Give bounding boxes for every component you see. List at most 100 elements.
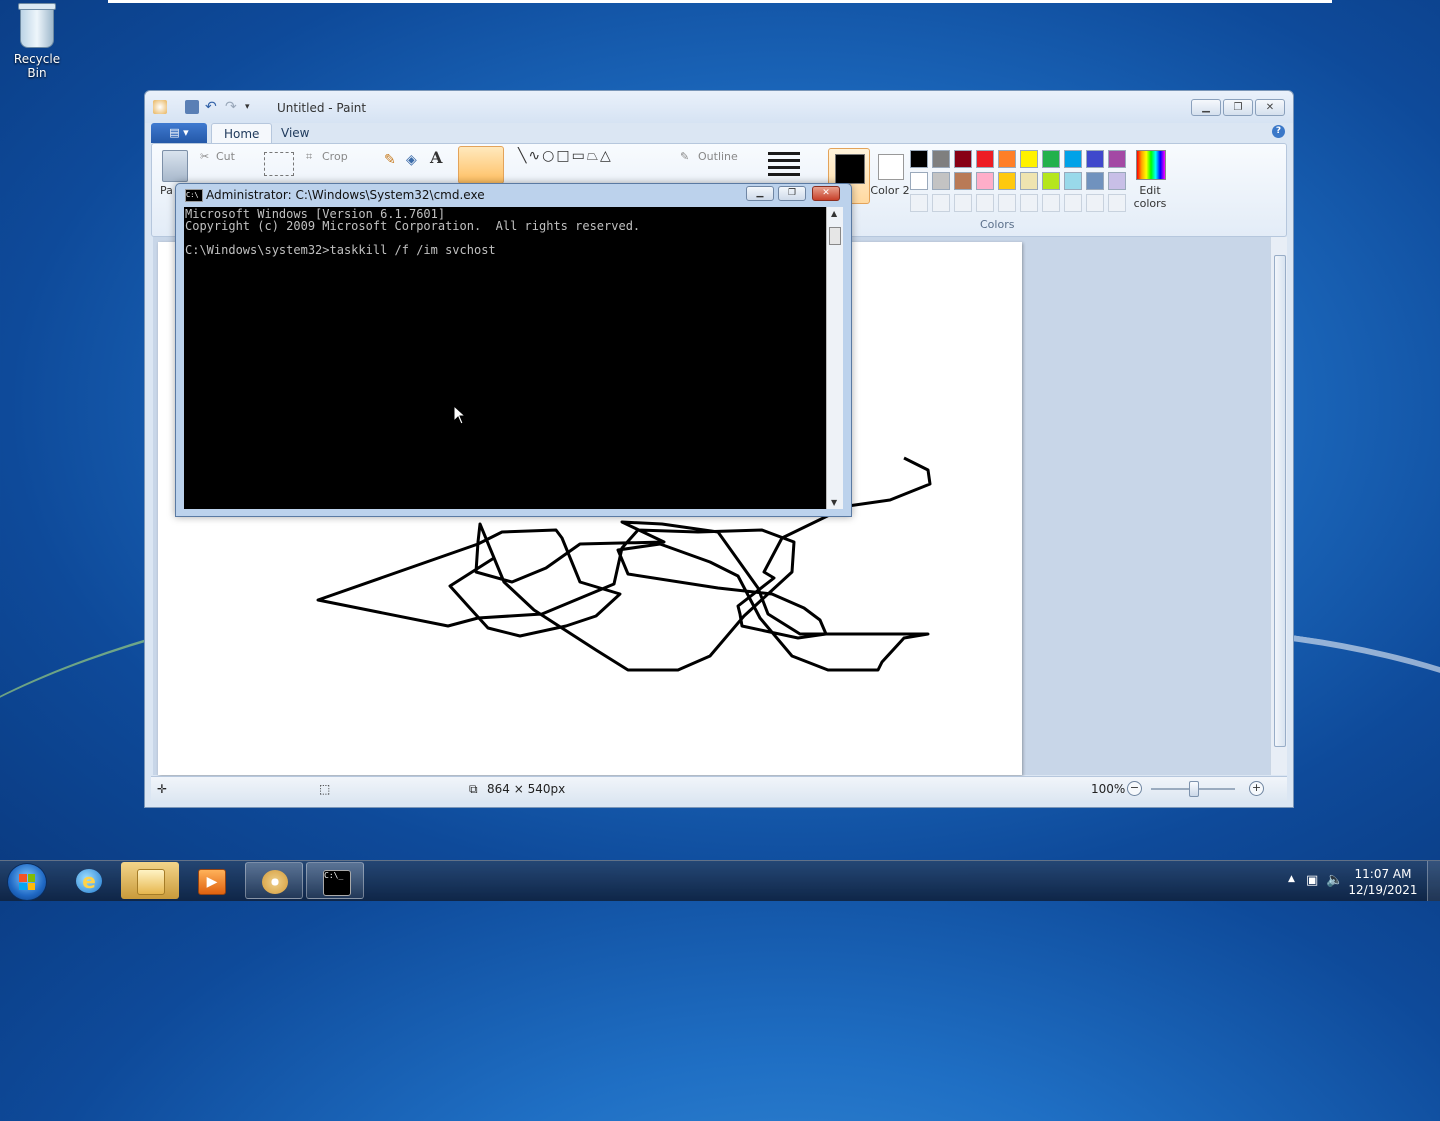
taskbar-media-player[interactable]: ▶ — [182, 862, 240, 899]
color2-label[interactable]: Color 2 — [870, 184, 910, 197]
select-icon[interactable] — [264, 152, 294, 176]
color2-swatch[interactable] — [878, 154, 904, 180]
recycle-bin-icon — [18, 3, 56, 48]
system-tray: ▲ ▣ 🔈 11:07 AM 12/19/2021 — [1280, 861, 1440, 901]
cmd-titlebar: C:\ Administrator: C:\Windows\System32\c… — [176, 184, 851, 206]
clock-date: 12/19/2021 — [1348, 883, 1418, 897]
start-button[interactable] — [7, 863, 47, 901]
color-swatch[interactable] — [1020, 172, 1038, 190]
canvas-vertical-scrollbar[interactable] — [1270, 237, 1287, 775]
paint-minimize-button[interactable]: ▁ — [1191, 99, 1221, 116]
console-output[interactable]: Microsoft Windows [Version 6.1.7601] Copy… — [184, 207, 826, 509]
tab-home[interactable]: Home — [211, 123, 273, 144]
taskbar-explorer[interactable] — [121, 862, 179, 899]
paint-close-button[interactable]: ✕ — [1255, 99, 1285, 116]
color-swatch[interactable] — [998, 172, 1016, 190]
size-icon[interactable] — [768, 152, 800, 176]
canvas-scroll-thumb[interactable] — [1274, 255, 1286, 747]
color-swatch[interactable] — [1064, 194, 1082, 212]
color-swatch[interactable] — [976, 150, 994, 168]
color-swatch[interactable] — [954, 194, 972, 212]
volume-icon[interactable]: 🔈 — [1326, 872, 1343, 888]
cmd-scrollbar[interactable]: ▲ ▼ — [826, 207, 843, 509]
zoom-out-button[interactable]: − — [1127, 781, 1142, 796]
redo-icon[interactable]: ↷ — [225, 100, 239, 114]
paste-button-label[interactable]: Pa — [160, 184, 173, 197]
color-swatch[interactable] — [1064, 150, 1082, 168]
cut-button[interactable]: Cut — [216, 150, 235, 163]
taskbar-paint[interactable] — [245, 862, 303, 899]
cmd-minimize-button[interactable]: ▁ — [746, 186, 774, 201]
cmd-scroll-thumb[interactable] — [829, 227, 841, 245]
show-hidden-icons-icon[interactable]: ▲ — [1288, 874, 1295, 884]
color-swatch[interactable] — [1020, 150, 1038, 168]
color-swatch[interactable] — [932, 172, 950, 190]
recycle-bin-shortcut[interactable]: Recycle Bin — [4, 3, 70, 80]
color-swatch[interactable] — [954, 172, 972, 190]
cmd-icon: C:\_ — [323, 870, 351, 896]
pencil-icon[interactable]: ✎ — [384, 152, 396, 168]
color-swatch[interactable] — [976, 172, 994, 190]
color-swatch[interactable] — [1042, 150, 1060, 168]
clock[interactable]: 11:07 AM 12/19/2021 — [1348, 866, 1418, 898]
color-swatch[interactable] — [1042, 172, 1060, 190]
color-swatch[interactable] — [976, 194, 994, 212]
cut-icon: ✂ — [200, 150, 210, 163]
color-swatch[interactable] — [932, 194, 950, 212]
customize-qat-icon[interactable]: ▾ — [245, 100, 259, 114]
network-icon[interactable]: ▣ — [1306, 873, 1318, 888]
color-swatch[interactable] — [1086, 172, 1104, 190]
outline-dropdown[interactable]: Outline — [698, 150, 738, 163]
color-swatch[interactable] — [1020, 194, 1038, 212]
color-swatch[interactable] — [1108, 172, 1126, 190]
paint-window-controls: ▁ ❐ ✕ — [1191, 99, 1285, 116]
image-dimensions: 864 × 540px — [487, 782, 566, 796]
color-swatch[interactable] — [1064, 172, 1082, 190]
crop-button[interactable]: Crop — [322, 150, 348, 163]
cmd-window-title: Administrator: C:\Windows\System32\cmd.e… — [206, 188, 485, 202]
color-swatch[interactable] — [954, 150, 972, 168]
color-swatch[interactable] — [998, 194, 1016, 212]
color-swatch[interactable] — [932, 150, 950, 168]
scroll-down-icon[interactable]: ▼ — [831, 498, 837, 507]
undo-icon[interactable]: ↶ — [205, 100, 219, 114]
paint-menu-button[interactable]: ▤ ▾ — [151, 123, 207, 143]
color-palette — [910, 150, 1126, 212]
console-line: Copyright (c) 2009 Microsoft Corporation… — [185, 219, 641, 233]
shapes-gallery[interactable]: ╲∿○□▭⏢△ — [518, 148, 668, 166]
fill-icon[interactable]: ◈ — [406, 152, 417, 168]
edit-colors-icon[interactable] — [1136, 150, 1166, 180]
color-swatch[interactable] — [1108, 150, 1126, 168]
color-swatch[interactable] — [1042, 194, 1060, 212]
show-desktop-button[interactable] — [1427, 861, 1440, 901]
color-swatch[interactable] — [910, 150, 928, 168]
windows-logo-icon — [19, 874, 35, 890]
paint-icon — [262, 870, 288, 894]
help-icon[interactable]: ? — [1272, 125, 1285, 138]
text-tool-icon[interactable]: A — [430, 148, 442, 167]
scroll-up-icon[interactable]: ▲ — [831, 209, 837, 218]
clock-time: 11:07 AM — [1354, 867, 1412, 881]
recycle-bin-label: Recycle Bin — [13, 52, 61, 80]
cmd-close-button[interactable]: ✕ — [812, 186, 840, 201]
paint-status-bar: ✛ ⬚ ⧉ 864 × 540px 100% − + — [151, 776, 1287, 801]
color-swatch[interactable] — [1086, 150, 1104, 168]
save-icon[interactable] — [185, 100, 199, 114]
color-swatch[interactable] — [998, 150, 1016, 168]
cmd-maximize-button[interactable]: ❐ — [778, 186, 806, 201]
brushes-button[interactable] — [458, 146, 504, 184]
zoom-slider-thumb[interactable] — [1189, 781, 1199, 797]
paint-maximize-button[interactable]: ❐ — [1223, 99, 1253, 116]
paint-app-icon — [153, 100, 167, 114]
zoom-in-button[interactable]: + — [1249, 781, 1264, 796]
color-swatch[interactable] — [910, 194, 928, 212]
taskbar-internet-explorer[interactable]: e — [60, 862, 118, 899]
color-swatch[interactable] — [1108, 194, 1126, 212]
edit-colors-button[interactable]: Edit colors — [1128, 184, 1172, 210]
taskbar-cmd[interactable]: C:\_ — [306, 862, 364, 899]
color-swatch[interactable] — [910, 172, 928, 190]
tab-view[interactable]: View — [269, 123, 321, 143]
taskbar: e ▶ C:\_ ▲ ▣ 🔈 11:07 AM 12/19/2021 — [0, 860, 1440, 901]
color-swatch[interactable] — [1086, 194, 1104, 212]
paste-icon[interactable] — [162, 150, 188, 182]
